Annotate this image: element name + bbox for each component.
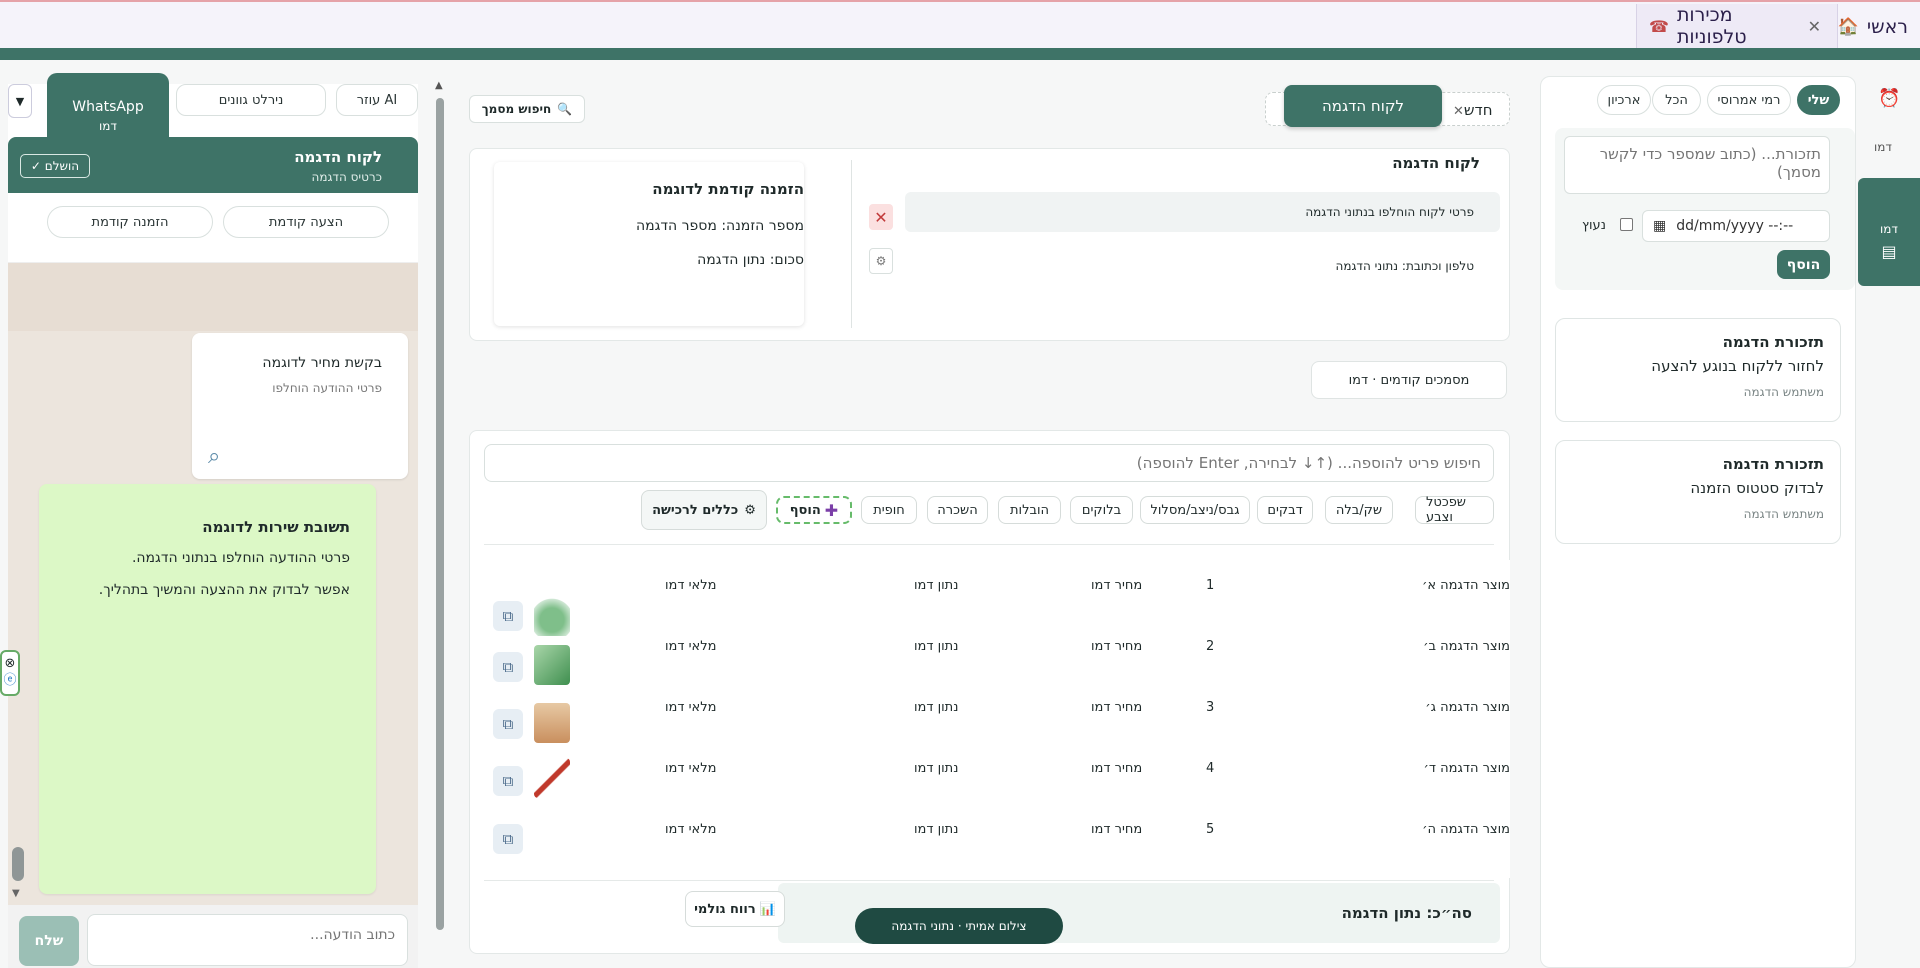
table-row[interactable]: מוצר הדגמה ה׳ 5 מחיר דמו נתון דמו מלאי ד… <box>484 800 1510 860</box>
customer-title: לקוח הדגמה <box>1392 154 1480 172</box>
table-row[interactable]: מוצר הדגמה ג׳ 3 מחיר דמו נתון דמו מלאי ד… <box>484 678 1510 738</box>
quick-prev-order[interactable]: הזמנה קודמת <box>47 206 213 238</box>
chat-scrollbar[interactable] <box>12 847 24 881</box>
category-chip[interactable]: שפכטל וצבע <box>1415 495 1494 525</box>
category-chip[interactable]: דבקים <box>1257 496 1313 524</box>
add-category-chip[interactable]: הוסף ✚ <box>776 496 852 524</box>
previous-docs-button[interactable]: מסמכים קודמים · דמו <box>1311 361 1507 399</box>
divider <box>484 880 1494 881</box>
chevron-down-icon[interactable]: ▼ <box>8 84 32 118</box>
side-tab-active[interactable]: דמו ▤ <box>1858 178 1920 286</box>
chat-contact-name: לקוח הדגמה <box>294 148 382 166</box>
close-icon[interactable]: ⊗ <box>5 656 16 673</box>
divider <box>851 160 852 328</box>
urgent-checkbox[interactable] <box>1620 218 1633 231</box>
table-row[interactable]: מוצר הדגמה ד׳ 4 מחיר דמו נתון דמו מלאי ד… <box>484 739 1510 799</box>
top-tab-bar: 🏠 ראשי ☎ מכירות טלפוניות ✕ <box>0 0 1920 50</box>
customer-line1: פרטי לקוח הוחלפו בנתוני הדגמה <box>1305 205 1474 219</box>
phone-icon: ☎ <box>1649 16 1669 36</box>
filter-all[interactable]: הכל <box>1652 85 1701 115</box>
close-icon[interactable]: ✕ <box>1808 17 1821 36</box>
search-doc-button[interactable]: חיפוש מסמך 🔍 <box>469 95 585 123</box>
divider <box>484 544 1494 545</box>
settings-icon[interactable]: ⚙ <box>869 248 893 274</box>
send-button[interactable]: שלח <box>19 916 79 966</box>
filter-mine[interactable]: שלי <box>1797 85 1840 115</box>
duplicate-icon[interactable]: ⧉ <box>493 709 523 739</box>
chart-icon: 📊 <box>759 901 776 917</box>
reminder-icon[interactable]: ⏰ <box>1878 88 1900 109</box>
close-icon[interactable]: ✕ <box>1453 104 1464 119</box>
category-chip[interactable]: בלוקים <box>1070 496 1133 524</box>
header-accent-bar <box>0 48 1920 60</box>
add-reminder-button[interactable]: הוסף <box>1777 250 1830 279</box>
filter-rami[interactable]: רמי אמרוסי <box>1707 85 1791 115</box>
total-text: סה״כ: נתון הדגמה <box>1341 904 1472 922</box>
search-icon: 🔍 <box>557 102 573 116</box>
tab-home[interactable]: 🏠 ראשי <box>1838 4 1908 50</box>
outgoing-message: תשובת שירות לדוגמה פרטי ההודעה הוחלפו בנ… <box>39 484 376 894</box>
home-icon: 🏠 <box>1837 17 1859 37</box>
table-row[interactable]: מוצר הדגמה ב׳ 2 מחיר דמו נתון דמו מלאי ד… <box>484 617 1510 677</box>
product-thumbnail <box>534 758 570 798</box>
urgent-label: נעוץ <box>1582 218 1606 233</box>
duplicate-icon[interactable]: ⧉ <box>493 824 523 854</box>
purchase-rules-button[interactable]: כללים לרכישה ⚙ <box>641 490 767 530</box>
tab-nirlat[interactable]: נירלט גוונים <box>176 84 326 116</box>
gear-icon: ⚙ <box>744 502 756 518</box>
category-chip[interactable]: גבס/ניצב/מסלול <box>1140 496 1250 524</box>
reminder-textarea[interactable] <box>1564 136 1830 194</box>
chat-contact-sub: כרטיס הדגמה <box>311 170 382 184</box>
customer-line2: טלפון וכתובת: נתוני הדגמה <box>1335 259 1475 273</box>
prev-order-card[interactable]: הזמנה קודמת לדוגמה מספר הזמנה: מספר הדגמ… <box>494 162 804 326</box>
tab-ai-helper[interactable]: עוזר AI <box>336 84 418 116</box>
quick-prev-quote[interactable]: הצעה קודמת <box>223 206 389 238</box>
chat-banner <box>8 263 418 331</box>
message-input[interactable] <box>87 914 408 966</box>
product-thumbnail <box>534 703 570 743</box>
tab-whatsapp[interactable]: WhatsApp דמו <box>47 73 169 145</box>
scroll-down-icon[interactable]: ▼ <box>12 888 20 899</box>
date-input[interactable]: ▦ dd/mm/yyyy --:-- <box>1642 210 1830 242</box>
note-icon: ▤ <box>1881 242 1897 261</box>
side-rail: ⏰ דמו דמו ▤ <box>1858 60 1920 968</box>
plus-icon: ✚ <box>824 500 839 520</box>
main-scrollbar[interactable]: ▲ <box>434 80 446 968</box>
product-thumbnail <box>534 645 570 685</box>
side-tab-demo[interactable]: דמו <box>1874 140 1892 154</box>
incoming-message: בקשת מחיר לדוגמה פרטי ההודעה הוחלפו ⌕ <box>192 333 408 479</box>
toast-message: צילום אמיתי · נתוני הדגמה <box>855 908 1063 944</box>
remove-icon[interactable]: ✕ <box>869 204 893 230</box>
duplicate-icon[interactable]: ⧉ <box>493 601 523 631</box>
calendar-icon: ▦ <box>1653 218 1667 234</box>
new-tab[interactable]: ✕חדש <box>1445 101 1501 119</box>
table-row[interactable]: מוצר הדגמה א׳ 1 מחיר דמו נתון דמו מלאי ד… <box>484 556 1510 616</box>
reminder-card[interactable]: תזכורת הדגמה לחזור ללקוח בנוגע להצעה משת… <box>1555 318 1841 422</box>
category-chip[interactable]: חופית <box>861 496 917 524</box>
gross-profit-button[interactable]: רווח גולמי 📊 <box>685 891 785 927</box>
category-chip[interactable]: הובלות <box>998 496 1061 524</box>
product-thumbnail <box>534 596 570 636</box>
category-chip[interactable]: שק/בלה <box>1325 496 1393 524</box>
search-icon[interactable]: ⌕ <box>208 444 220 469</box>
category-chip[interactable]: השכרה <box>927 496 988 524</box>
filter-archive[interactable]: ארכיון <box>1597 85 1651 115</box>
customer-tab-active[interactable]: לקוח הדגמה <box>1284 85 1442 127</box>
floating-widget[interactable]: ⊗ ⓔ <box>0 650 20 696</box>
reminder-card[interactable]: תזכורת הדגמה לבדוק סטטוס הזמנה משתמש הדג… <box>1555 440 1841 544</box>
tab-phone-sales[interactable]: ☎ מכירות טלפוניות ✕ <box>1636 4 1838 50</box>
duplicate-icon[interactable]: ⧉ <box>493 652 523 682</box>
duplicate-icon[interactable]: ⧉ <box>493 766 523 796</box>
item-search-input[interactable] <box>484 444 1494 482</box>
mark-done-button[interactable]: הושלם ✓ <box>20 154 90 178</box>
e-icon[interactable]: ⓔ <box>3 673 16 690</box>
